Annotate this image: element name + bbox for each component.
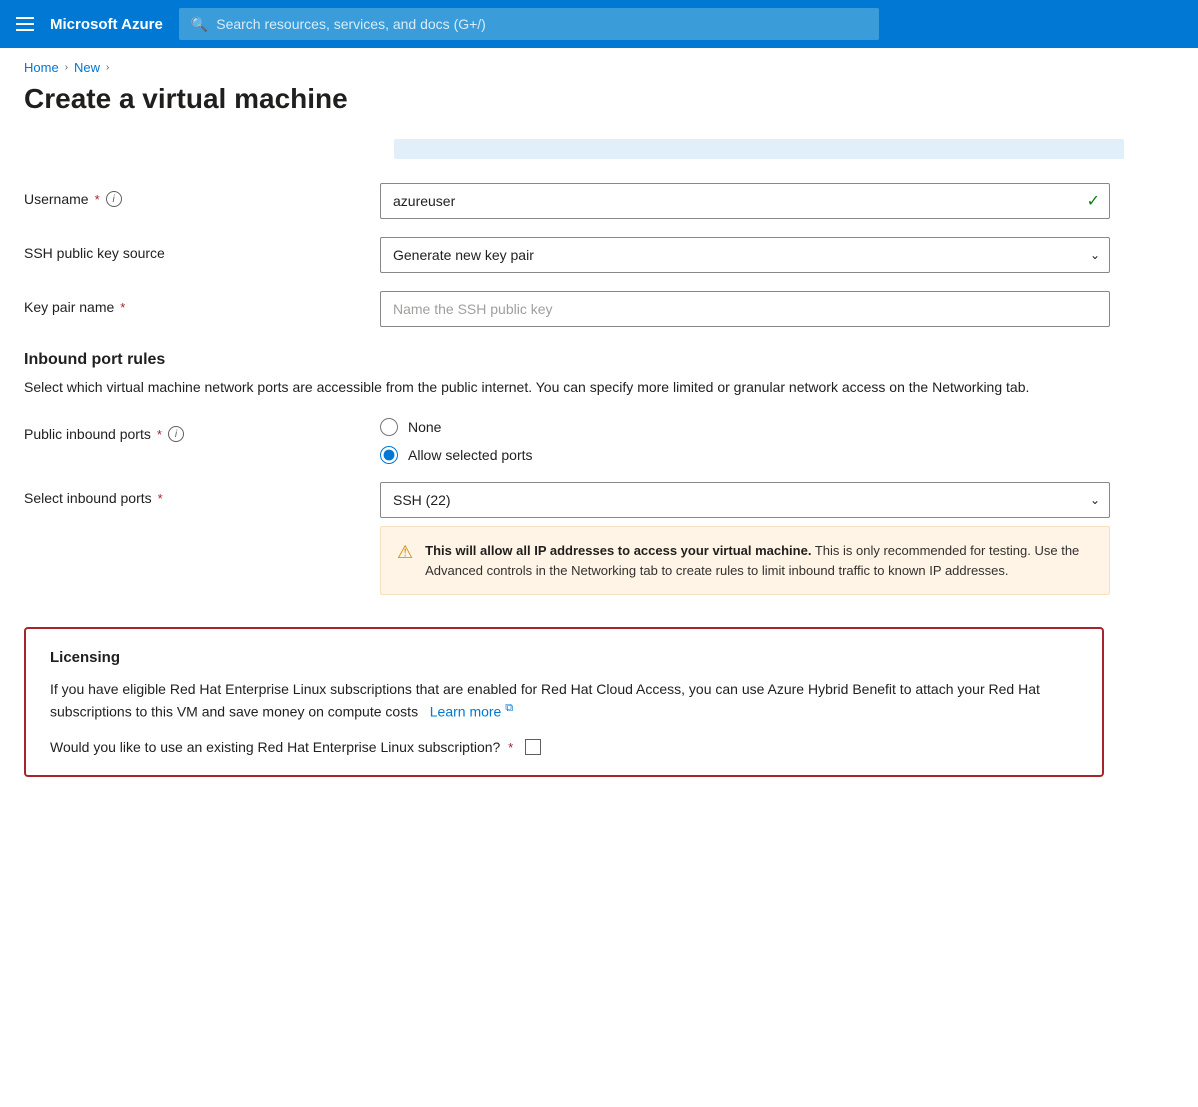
key-pair-label: Key pair name *: [24, 291, 364, 315]
inbound-section-title: Inbound port rules: [24, 351, 1124, 369]
licensing-title: Licensing: [50, 649, 1078, 666]
allow-radio[interactable]: [380, 446, 398, 464]
username-label: Username * i: [24, 183, 364, 207]
ssh-source-select[interactable]: Generate new key pair Use existing key s…: [380, 237, 1110, 273]
learn-more-link[interactable]: Learn more: [430, 704, 502, 720]
select-ports-required: *: [158, 491, 163, 506]
licensing-checkbox[interactable]: [525, 739, 541, 755]
select-ports-row: Select inbound ports * SSH (22) HTTP (80…: [24, 482, 1124, 595]
allow-radio-label: Allow selected ports: [408, 447, 533, 463]
external-link-icon: ⧉: [505, 702, 513, 714]
ssh-source-row: SSH public key source Generate new key p…: [24, 237, 1124, 273]
ssh-source-wrapper: Generate new key pair Use existing key s…: [380, 237, 1110, 273]
ssh-source-label: SSH public key source: [24, 237, 364, 261]
none-radio[interactable]: [380, 418, 398, 436]
select-ports-select[interactable]: SSH (22) HTTP (80) HTTPS (443) RDP (3389…: [380, 482, 1110, 518]
menu-icon[interactable]: [16, 17, 34, 31]
none-option[interactable]: None: [380, 418, 1110, 436]
username-required: *: [95, 192, 100, 207]
warning-icon: ⚠: [397, 542, 413, 563]
breadcrumb: Home › New ›: [0, 48, 1198, 83]
select-ports-select-wrapper: SSH (22) HTTP (80) HTTPS (443) RDP (3389…: [380, 482, 1110, 518]
licensing-desc: If you have eligible Red Hat Enterprise …: [50, 678, 1078, 723]
licensing-required: *: [508, 740, 513, 755]
breadcrumb-sep-1: ›: [65, 62, 68, 73]
breadcrumb-new[interactable]: New: [74, 60, 100, 75]
allow-option[interactable]: Allow selected ports: [380, 446, 1110, 464]
public-ports-options: None Allow selected ports: [380, 418, 1110, 464]
public-ports-info-icon[interactable]: i: [168, 426, 184, 442]
warning-text: This will allow all IP addresses to acce…: [425, 541, 1093, 580]
key-pair-row: Key pair name *: [24, 291, 1124, 327]
select-ports-wrapper: SSH (22) HTTP (80) HTTPS (443) RDP (3389…: [380, 482, 1110, 595]
public-ports-row: Public inbound ports * i None Allow sele…: [24, 418, 1124, 464]
page-title: Create a virtual machine: [24, 83, 1174, 115]
public-ports-label: Public inbound ports * i: [24, 418, 364, 442]
breadcrumb-home[interactable]: Home: [24, 60, 59, 75]
username-info-icon[interactable]: i: [106, 191, 122, 207]
username-field-wrapper: ✓: [380, 183, 1110, 219]
public-ports-required: *: [157, 427, 162, 442]
brand-name: Microsoft Azure: [50, 16, 163, 33]
key-pair-field-wrapper: [380, 291, 1110, 327]
inbound-section-desc: Select which virtual machine network por…: [24, 377, 1104, 398]
warning-box: ⚠ This will allow all IP addresses to ac…: [380, 526, 1110, 595]
select-ports-label: Select inbound ports *: [24, 482, 364, 506]
username-check-icon: ✓: [1087, 191, 1100, 211]
search-icon: 🔍: [191, 16, 208, 33]
progress-bar: [394, 139, 1124, 159]
form-section: Username * i ✓ SSH public key source Gen…: [24, 139, 1124, 777]
search-input[interactable]: [216, 16, 867, 32]
username-row: Username * i ✓: [24, 183, 1124, 219]
search-bar[interactable]: 🔍: [179, 8, 879, 40]
licensing-question-row: Would you like to use an existing Red Ha…: [50, 739, 1078, 755]
username-input[interactable]: [380, 183, 1110, 219]
none-radio-label: None: [408, 419, 441, 435]
radio-group: None Allow selected ports: [380, 418, 1110, 464]
licensing-box: Licensing If you have eligible Red Hat E…: [24, 627, 1104, 777]
page-content: Create a virtual machine Username * i ✓ …: [0, 83, 1198, 817]
key-pair-required: *: [120, 300, 125, 315]
key-pair-input[interactable]: [380, 291, 1110, 327]
licensing-question-text: Would you like to use an existing Red Ha…: [50, 739, 513, 755]
top-navigation: Microsoft Azure 🔍: [0, 0, 1198, 48]
breadcrumb-sep-2: ›: [106, 62, 109, 73]
